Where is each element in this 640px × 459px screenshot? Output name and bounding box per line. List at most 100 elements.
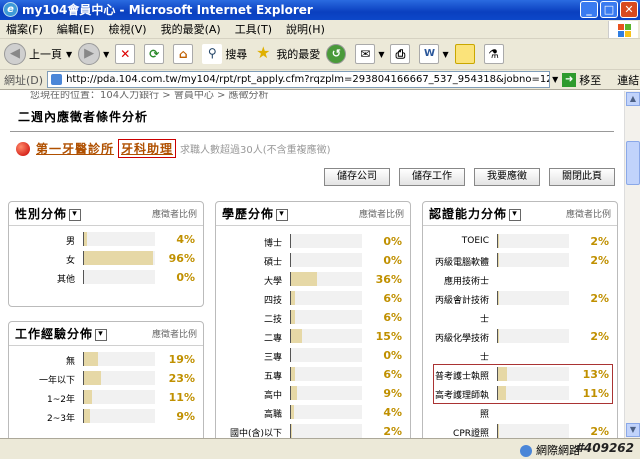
stat-bar-fill	[291, 310, 296, 324]
discuss-button[interactable]	[454, 44, 478, 64]
stat-percent: 0%	[383, 254, 402, 267]
address-bar: 網址(D) http://pda.104.com.tw/my104/rpt/rp…	[0, 70, 640, 90]
zone-indicator: 網際網路	[520, 442, 580, 458]
menu-file[interactable]: 檔案(F)	[6, 21, 43, 37]
research-icon: ⚗	[483, 44, 504, 64]
education-panel-title[interactable]: 學歷分佈	[222, 205, 288, 222]
minimize-button[interactable]: _	[580, 1, 598, 18]
stat-bar-fill	[84, 352, 98, 366]
stat-bar	[83, 251, 155, 265]
research-button[interactable]: ⚗	[483, 44, 507, 64]
stat-percent: 4%	[176, 233, 195, 246]
save-job-button[interactable]: 儲存工作	[399, 168, 465, 186]
certification-panel-sub: 應徵者比例	[565, 210, 611, 220]
scroll-up-icon[interactable]: ▲	[626, 92, 640, 106]
stat-percent: 2%	[590, 425, 609, 438]
job-link[interactable]: 牙科助理	[118, 139, 177, 158]
breadcrumb: 您現在的位置：104人力銀行 > 會員中心 > 應徵分析	[30, 91, 269, 101]
experience-panel-title[interactable]: 工作經驗分佈	[15, 325, 107, 342]
favorites-button[interactable]: ★ 我的最愛	[253, 44, 320, 64]
print-button[interactable]: ⎙	[390, 44, 413, 64]
menu-view[interactable]: 檢視(V)	[108, 21, 146, 37]
star-icon: ★	[256, 43, 271, 62]
back-button[interactable]: ◀ 上一頁 ▼	[4, 43, 72, 65]
stat-label: 丙級化學技術	[434, 334, 489, 344]
save-company-button[interactable]: 儲存公司	[324, 168, 390, 186]
stat-row: 二技 6%	[216, 308, 410, 327]
scroll-down-icon[interactable]: ▼	[626, 423, 640, 437]
company-link[interactable]: 第一牙醫診所	[36, 140, 114, 157]
stat-label: 無	[65, 357, 75, 367]
ie-logo-icon: e	[3, 2, 18, 17]
history-button[interactable]: ↺	[326, 44, 349, 64]
stat-row: 高中 9%	[216, 384, 410, 403]
close-page-button[interactable]: 關閉此頁	[549, 168, 615, 186]
stat-row: 士	[423, 308, 617, 327]
menu-tools[interactable]: 工具(T)	[235, 21, 272, 37]
gender-panel-title[interactable]: 性別分佈	[15, 205, 81, 222]
stat-row: 女 96%	[9, 249, 203, 268]
stat-bar	[83, 409, 155, 423]
stat-row: 大學 36%	[216, 270, 410, 289]
stat-label: 丙級電腦軟體	[434, 258, 489, 268]
stat-percent: 36%	[375, 273, 402, 286]
mail-button[interactable]: ✉ ▼	[355, 44, 384, 64]
stat-label: 二技	[263, 315, 282, 325]
stat-bar-fill	[291, 386, 298, 400]
edit-button[interactable]: W ▼	[419, 44, 449, 64]
links-button[interactable]: 連結	[617, 72, 639, 88]
menu-help[interactable]: 說明(H)	[286, 21, 325, 37]
stat-bar	[290, 234, 362, 248]
home-button[interactable]: ⌂	[173, 44, 196, 64]
stat-bar	[83, 232, 155, 246]
stat-percent: 15%	[375, 330, 402, 343]
stat-bar	[290, 405, 362, 419]
stat-percent: 9%	[176, 410, 195, 423]
certification-panel-title[interactable]: 認證能力分佈	[429, 205, 521, 222]
back-arrow-icon: ◀	[4, 43, 26, 65]
mail-icon: ✉	[355, 44, 376, 64]
address-label: 網址(D)	[4, 73, 44, 87]
toolbar: ◀ 上一頁 ▼ ▶ ▼ ✕ ⟳ ⌂ ⚲ 搜尋 ★ 我的最愛 ↺ ✉ ▼ ⎙ W ▼ ⚗	[0, 39, 640, 70]
stat-row: 四技 6%	[216, 289, 410, 308]
stat-bar-fill	[291, 405, 294, 419]
stat-row: CPR證照 2%	[423, 422, 617, 438]
stat-label: 國中(含)以下	[229, 429, 282, 438]
stat-row: 博士 0%	[216, 232, 410, 251]
maximize-button[interactable]: □	[600, 1, 618, 18]
address-dropdown-icon[interactable]: ▼	[552, 75, 558, 84]
scroll-thumb[interactable]	[626, 141, 640, 185]
refresh-button[interactable]: ⟳	[144, 44, 167, 64]
stat-row: 丙級化學技術 2%	[423, 327, 617, 346]
menu-favorites[interactable]: 我的最愛(A)	[161, 21, 221, 37]
apply-button[interactable]: 我要應徵	[474, 168, 540, 186]
stat-row: 士	[423, 346, 617, 365]
stat-row: 應用技術士	[423, 270, 617, 289]
watermark: #409262	[575, 441, 634, 455]
stat-percent: 0%	[383, 349, 402, 362]
vertical-scrollbar[interactable]: ▲ ▼	[624, 91, 640, 438]
stat-bar-fill	[84, 232, 87, 246]
stop-button[interactable]: ✕	[115, 44, 138, 64]
stat-bar	[290, 424, 362, 438]
close-button[interactable]: ✕	[620, 1, 638, 18]
stat-bar-fill	[498, 291, 500, 305]
menu-edit[interactable]: 編輯(E)	[57, 21, 95, 37]
address-input[interactable]: http://pda.104.com.tw/my104/rpt/rpt_appl…	[47, 71, 551, 88]
stat-label: CPR證照	[453, 429, 489, 438]
highlight-box	[433, 364, 613, 404]
stat-bar-fill	[84, 251, 154, 265]
go-button[interactable]: ➜ 移至	[562, 72, 601, 88]
stat-bar-fill	[498, 424, 500, 438]
stat-bar	[290, 310, 362, 324]
stat-row: 一年以下 23%	[9, 369, 203, 388]
search-button[interactable]: ⚲ 搜尋	[202, 44, 247, 64]
forward-button[interactable]: ▶ ▼	[78, 43, 109, 65]
menu-bar: 檔案(F) 編輯(E) 檢視(V) 我的最愛(A) 工具(T) 說明(H)	[0, 20, 640, 39]
stat-percent: 6%	[383, 368, 402, 381]
stat-bar	[497, 329, 569, 343]
stat-percent: 6%	[383, 311, 402, 324]
stat-bar	[290, 329, 362, 343]
stat-bar	[497, 424, 569, 438]
page-content: 您現在的位置：104人力銀行 > 會員中心 > 應徵分析 二週內應徵者條件分析 …	[0, 91, 624, 438]
